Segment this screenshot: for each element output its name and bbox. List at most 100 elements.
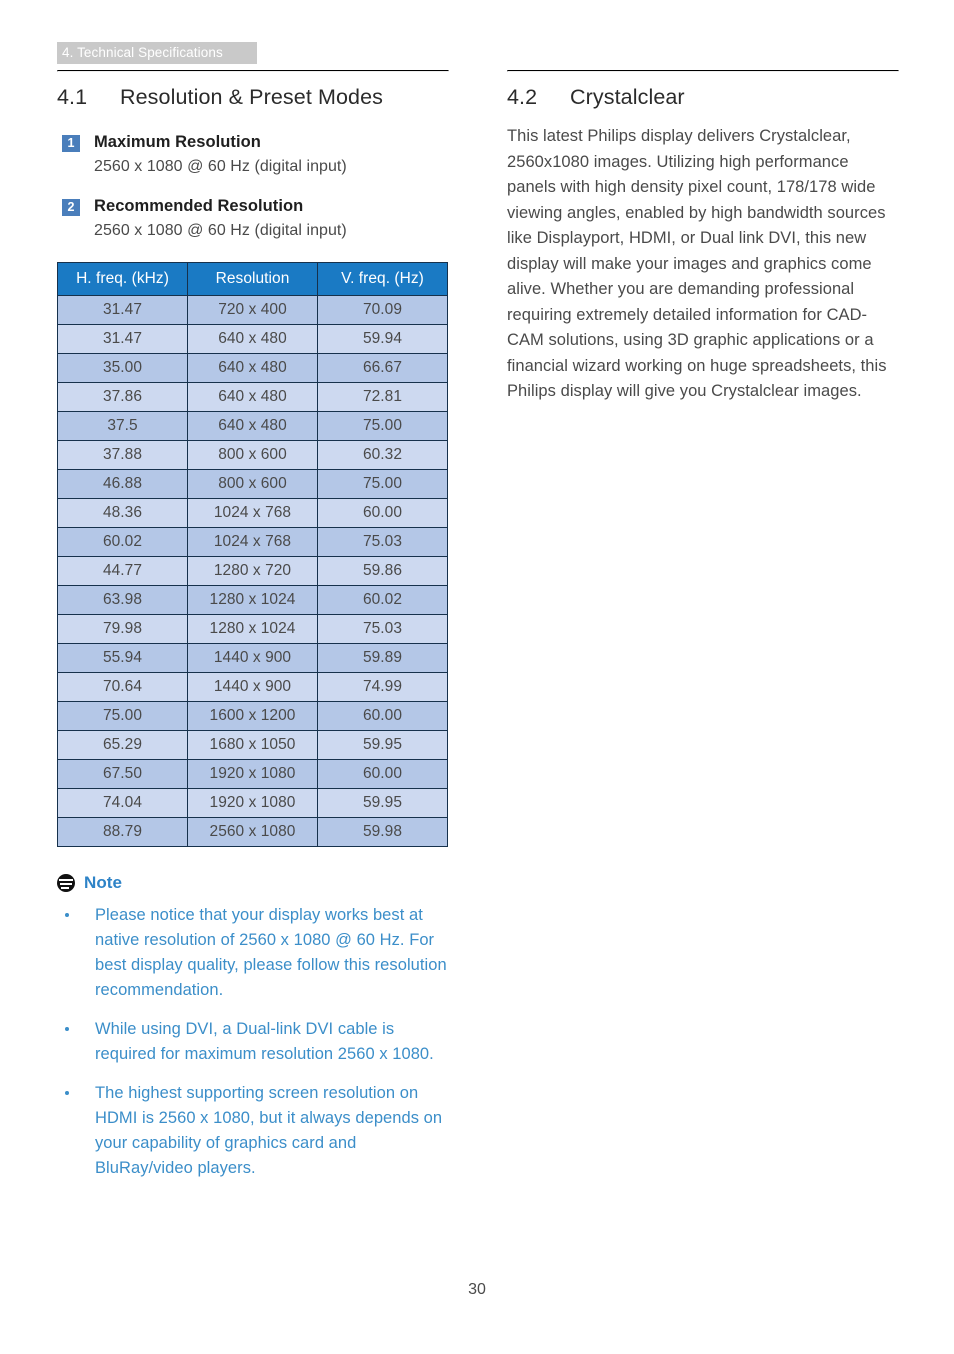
cell-v-freq: 60.00 bbox=[317, 498, 448, 528]
cell-v-freq: 75.00 bbox=[317, 411, 448, 441]
table-row: 46.88 800 x 600 75.00 bbox=[57, 469, 448, 499]
table-row: 37.5 640 x 480 75.00 bbox=[57, 411, 448, 441]
table-row: 31.47 640 x 480 59.94 bbox=[57, 324, 448, 354]
cell-v-freq: 59.94 bbox=[317, 324, 448, 354]
cell-v-freq: 59.86 bbox=[317, 556, 448, 586]
cell-resolution: 1280 x 1024 bbox=[187, 585, 318, 615]
left-column: 4.1 Resolution & Preset Modes 1 Maximum … bbox=[57, 70, 449, 1195]
cell-h-freq: 31.47 bbox=[57, 324, 188, 354]
column-header-resolution: Resolution bbox=[187, 262, 318, 296]
cell-v-freq: 59.95 bbox=[317, 730, 448, 760]
document-page: 4. Technical Specifications 4.1 Resoluti… bbox=[0, 0, 954, 1354]
cell-resolution: 1280 x 720 bbox=[187, 556, 318, 586]
note-header: Note bbox=[57, 873, 447, 893]
cell-v-freq: 60.00 bbox=[317, 701, 448, 731]
right-column: 4.2 Crystalclear This latest Philips dis… bbox=[507, 70, 899, 405]
section-heading-4-2: 4.2 Crystalclear bbox=[507, 85, 897, 110]
cell-resolution: 1024 x 768 bbox=[187, 498, 318, 528]
item-heading: Recommended Resolution bbox=[94, 197, 304, 215]
section-rule-right bbox=[507, 70, 899, 72]
cell-h-freq: 37.88 bbox=[57, 440, 188, 470]
cell-resolution: 1024 x 768 bbox=[187, 527, 318, 557]
cell-v-freq: 75.00 bbox=[317, 469, 448, 499]
cell-h-freq: 31.47 bbox=[57, 295, 188, 325]
table-row: 67.50 1920 x 1080 60.00 bbox=[57, 759, 448, 789]
section-title-text: Resolution & Preset Modes bbox=[120, 85, 384, 109]
cell-h-freq: 79.98 bbox=[57, 614, 188, 644]
table-header-row: H. freq. (kHz) Resolution V. freq. (Hz) bbox=[57, 262, 448, 296]
bullet-dot bbox=[65, 913, 69, 917]
cell-v-freq: 75.03 bbox=[317, 527, 448, 557]
cell-v-freq: 59.89 bbox=[317, 643, 448, 673]
cell-resolution: 2560 x 1080 bbox=[187, 817, 318, 847]
cell-v-freq: 60.32 bbox=[317, 440, 448, 470]
bullet-dot bbox=[65, 1091, 69, 1095]
column-header-h-freq: H. freq. (kHz) bbox=[57, 262, 188, 296]
cell-h-freq: 70.64 bbox=[57, 672, 188, 702]
note-bullet-list: Please notice that your display works be… bbox=[57, 903, 447, 1181]
cell-h-freq: 37.86 bbox=[57, 382, 188, 412]
cell-resolution: 800 x 600 bbox=[187, 440, 318, 470]
table-row: 37.86 640 x 480 72.81 bbox=[57, 382, 448, 412]
numbered-item-2: 2 Recommended Resolution 2560 x 1080 @ 6… bbox=[57, 197, 447, 240]
table-row: 63.98 1280 x 1024 60.02 bbox=[57, 585, 448, 615]
cell-resolution: 720 x 400 bbox=[187, 295, 318, 325]
table-row: 74.04 1920 x 1080 59.95 bbox=[57, 788, 448, 818]
cell-resolution: 1440 x 900 bbox=[187, 672, 318, 702]
cell-resolution: 640 x 480 bbox=[187, 324, 318, 354]
preset-modes-table: H. freq. (kHz) Resolution V. freq. (Hz) … bbox=[57, 262, 448, 847]
cell-v-freq: 59.95 bbox=[317, 788, 448, 818]
cell-resolution: 1920 x 1080 bbox=[187, 788, 318, 818]
cell-v-freq: 74.99 bbox=[317, 672, 448, 702]
item-badge: 2 bbox=[62, 199, 80, 216]
table-row: 79.98 1280 x 1024 75.03 bbox=[57, 614, 448, 644]
running-header: 4. Technical Specifications bbox=[57, 42, 257, 64]
bullet-dot bbox=[65, 1027, 69, 1031]
cell-resolution: 800 x 600 bbox=[187, 469, 318, 499]
cell-h-freq: 37.5 bbox=[57, 411, 188, 441]
cell-h-freq: 35.00 bbox=[57, 353, 188, 383]
item-heading: Maximum Resolution bbox=[94, 133, 261, 151]
table-row: 88.79 2560 x 1080 59.98 bbox=[57, 817, 448, 847]
note-title: Note bbox=[84, 873, 122, 892]
note-block: Note Please notice that your display wor… bbox=[57, 873, 447, 1181]
section-title-text: Crystalclear bbox=[570, 85, 685, 109]
cell-resolution: 1920 x 1080 bbox=[187, 759, 318, 789]
cell-h-freq: 75.00 bbox=[57, 701, 188, 731]
crystalclear-paragraph: This latest Philips display delivers Cry… bbox=[507, 127, 887, 400]
cell-h-freq: 60.02 bbox=[57, 527, 188, 557]
cell-resolution: 1280 x 1024 bbox=[187, 614, 318, 644]
table-row: 65.29 1680 x 1050 59.95 bbox=[57, 730, 448, 760]
table-row: 48.36 1024 x 768 60.00 bbox=[57, 498, 448, 528]
section-number: 4.1 bbox=[57, 85, 88, 109]
cell-v-freq: 66.67 bbox=[317, 353, 448, 383]
cell-v-freq: 60.00 bbox=[317, 759, 448, 789]
cell-v-freq: 70.09 bbox=[317, 295, 448, 325]
table-row: 70.64 1440 x 900 74.99 bbox=[57, 672, 448, 702]
cell-v-freq: 72.81 bbox=[317, 382, 448, 412]
note-lines-icon bbox=[57, 874, 75, 892]
column-header-v-freq: V. freq. (Hz) bbox=[317, 262, 448, 296]
table-row: 75.00 1600 x 1200 60.00 bbox=[57, 701, 448, 731]
table-body: 31.47 720 x 400 70.09 31.47 640 x 480 59.94 35… bbox=[57, 295, 448, 847]
cell-h-freq: 55.94 bbox=[57, 643, 188, 673]
cell-h-freq: 63.98 bbox=[57, 585, 188, 615]
table-row: 60.02 1024 x 768 75.03 bbox=[57, 527, 448, 557]
note-bullet: While using DVI, a Dual-link DVI cable i… bbox=[57, 1017, 447, 1067]
cell-resolution: 1680 x 1050 bbox=[187, 730, 318, 760]
cell-h-freq: 44.77 bbox=[57, 556, 188, 586]
item-detail: 2560 x 1080 @ 60 Hz (digital input) bbox=[94, 158, 347, 175]
cell-h-freq: 48.36 bbox=[57, 498, 188, 528]
cell-v-freq: 60.02 bbox=[317, 585, 448, 615]
table-row: 31.47 720 x 400 70.09 bbox=[57, 295, 448, 325]
table-row: 44.77 1280 x 720 59.86 bbox=[57, 556, 448, 586]
numbered-item-1: 1 Maximum Resolution 2560 x 1080 @ 60 Hz… bbox=[57, 133, 447, 176]
cell-h-freq: 65.29 bbox=[57, 730, 188, 760]
item-detail: 2560 x 1080 @ 60 Hz (digital input) bbox=[94, 222, 347, 239]
item-badge: 1 bbox=[62, 135, 80, 152]
cell-v-freq: 75.03 bbox=[317, 614, 448, 644]
cell-h-freq: 46.88 bbox=[57, 469, 188, 499]
cell-resolution: 640 x 480 bbox=[187, 411, 318, 441]
cell-h-freq: 88.79 bbox=[57, 817, 188, 847]
cell-resolution: 1440 x 900 bbox=[187, 643, 318, 673]
